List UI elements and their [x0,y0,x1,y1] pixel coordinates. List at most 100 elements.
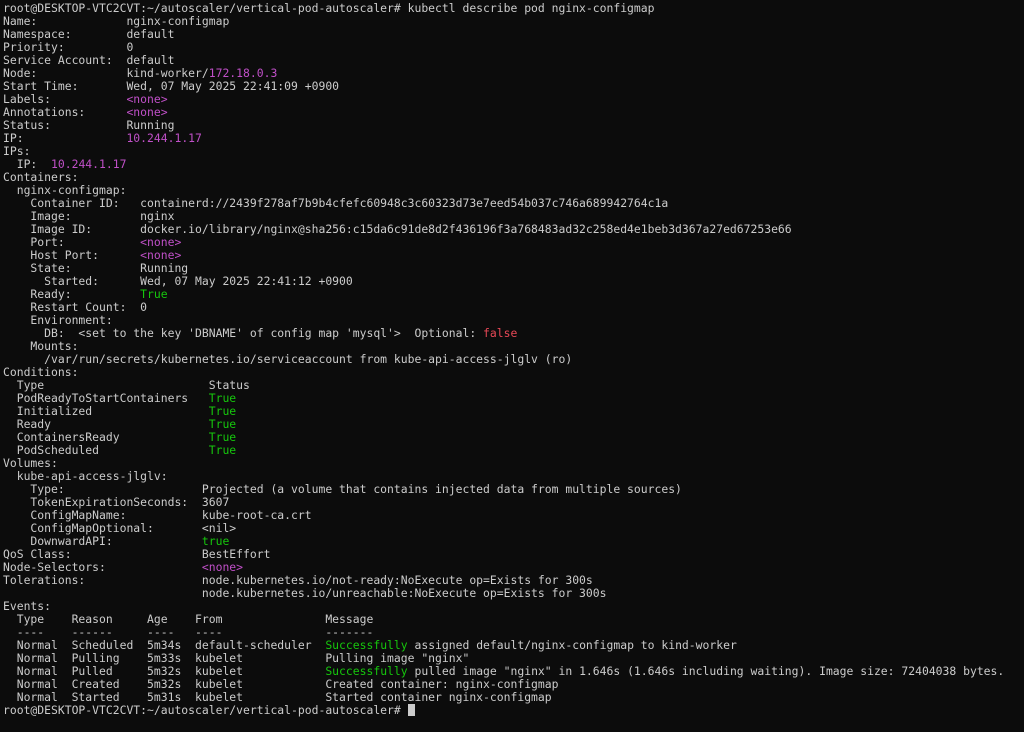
output-line: Normal Pulling 5m33s kubelet Pulling ima… [3,652,1021,665]
line-text-segment: Volumes: [3,457,58,470]
output-line: Type: Projected (a volume that contains … [3,483,1021,496]
line-text-segment: PodReadyToStartContainers [3,392,209,405]
line-text-segment: Type Reason Age From Message [3,613,374,626]
line-text-segment: True [140,288,168,301]
output-line: Container ID: containerd://2439f278af7b9… [3,197,1021,210]
output-line: Priority: 0 [3,41,1021,54]
line-text-segment: <none> [140,249,182,262]
line-text-segment: Node: kind-worker/ [3,67,209,80]
line-text-segment: <none> [126,93,168,106]
line-text-segment: DB: <set to the key 'DBNAME' of config m… [3,327,484,340]
output-line: Start Time: Wed, 07 May 2025 22:41:09 +0… [3,80,1021,93]
line-text-segment: 10.244.1.17 [51,158,127,171]
line-text-segment: <none> [201,561,244,574]
line-text-segment: Ready: [3,288,141,301]
line-text-segment: Port: [3,236,141,249]
line-text-segment: ConfigMapName: kube-root-ca.crt [3,509,312,522]
line-text-segment: DownwardAPI: [3,535,202,548]
output-line: State: Running [3,262,1021,275]
output-line: Initialized True [3,405,1021,418]
output-line: Events: [3,600,1021,613]
output-line: ---- ------ ---- ---- ------- [3,626,1021,639]
output-line: Status: Running [3,119,1021,132]
line-text-segment: /var/run/secrets/kubernetes.io/serviceac… [3,353,573,366]
line-text-segment: Priority: 0 [3,41,134,54]
output-line: Type Reason Age From Message [3,613,1021,626]
output-line: Restart Count: 0 [3,301,1021,314]
line-text-segment: Host Port: [3,249,141,262]
line-text-segment: QoS Class: BestEffort [3,548,271,561]
line-text-segment: True [208,431,237,444]
line-text-segment: Normal Started 5m31s kubelet Started con… [3,691,552,704]
line-text-segment: node.kubernetes.io/unreachable:NoExecute… [3,587,607,600]
output-line: IP: 10.244.1.17 [3,132,1021,145]
output-line: Ready True [3,418,1021,431]
line-text-segment: True [208,444,237,457]
line-text-segment: State: Running [3,262,189,275]
terminal-output[interactable]: root@DESKTOP-VTC2CVT:~/autoscaler/vertic… [3,2,1021,730]
output-line: ContainersReady True [3,431,1021,444]
output-line: Normal Pulled 5m32s kubelet Successfully… [3,665,1021,678]
output-line: Port: <none> [3,236,1021,249]
line-text-segment: True [208,405,237,418]
output-line: Normal Scheduled 5m34s default-scheduler… [3,639,1021,652]
output-line: Normal Created 5m32s kubelet Created con… [3,678,1021,691]
output-line: ConfigMapName: kube-root-ca.crt [3,509,1021,522]
output-line: Started: Wed, 07 May 2025 22:41:12 +0900 [3,275,1021,288]
line-text-segment: nginx-configmap: [3,184,127,197]
output-line: IPs: [3,145,1021,158]
line-text-segment: root@DESKTOP-VTC2CVT:~/autoscaler/vertic… [3,704,408,717]
output-line: Conditions: [3,366,1021,379]
line-text-segment: Events: [3,600,52,613]
output-line: Image ID: docker.io/library/nginx@sha256… [3,223,1021,236]
line-text-segment: TokenExpirationSeconds: 3607 [3,496,230,509]
line-text-segment: ---- ------ ---- ---- ------- [3,626,374,639]
line-text-segment: Type: Projected (a volume that contains … [3,483,682,496]
output-line: Name: nginx-configmap [3,15,1021,28]
line-text-segment: assigned default/nginx-configmap to kind… [407,639,737,652]
line-text-segment: Environment: [3,314,113,327]
output-line: node.kubernetes.io/unreachable:NoExecute… [3,587,1021,600]
output-line: Annotations: <none> [3,106,1021,119]
line-text-segment: root@DESKTOP-VTC2CVT:~/autoscaler/vertic… [3,2,655,15]
line-text-segment: Initialized [3,405,209,418]
line-text-segment: ContainersReady [3,431,209,444]
line-text-segment: 172.18.0.3 [208,67,278,80]
output-line: Namespace: default [3,28,1021,41]
output-line: Type Status [3,379,1021,392]
output-line: QoS Class: BestEffort [3,548,1021,561]
line-text-segment: True [208,418,237,431]
line-text-segment: True [208,392,237,405]
output-line: PodReadyToStartContainers True [3,392,1021,405]
text-cursor [407,704,415,716]
shell-prompt-line: root@DESKTOP-VTC2CVT:~/autoscaler/vertic… [3,704,1021,717]
line-text-segment: Name: nginx-configmap [3,15,230,28]
line-text-segment: Conditions: [3,366,79,379]
line-text-segment: Image ID: docker.io/library/nginx@sha256… [3,223,792,236]
line-text-segment: Normal Pulled 5m32s kubelet [3,665,326,678]
output-line: Labels: <none> [3,93,1021,106]
output-line: kube-api-access-jlglv: [3,470,1021,483]
line-text-segment: Containers: [3,171,79,184]
line-text-segment: kube-api-access-jlglv: [3,470,168,483]
output-line: Image: nginx [3,210,1021,223]
output-line: TokenExpirationSeconds: 3607 [3,496,1021,509]
line-text-segment: Restart Count: 0 [3,301,148,314]
output-line: Normal Started 5m31s kubelet Started con… [3,691,1021,704]
output-line: nginx-configmap: [3,184,1021,197]
line-text-segment: Mounts: [3,340,79,353]
line-text-segment: <none> [126,106,168,119]
line-text-segment: IP: [3,132,127,145]
line-text-segment: true [201,535,230,548]
line-text-segment: ConfigMapOptional: <nil> [3,522,237,535]
line-text-segment: Status: Running [3,119,175,132]
output-line: Containers: [3,171,1021,184]
output-line: Environment: [3,314,1021,327]
line-text-segment: Successfully [325,665,408,678]
line-text-segment: Normal Pulling 5m33s kubelet Pulling ima… [3,652,470,665]
line-text-segment: IP: [3,158,52,171]
output-line: PodScheduled True [3,444,1021,457]
output-line: /var/run/secrets/kubernetes.io/serviceac… [3,353,1021,366]
line-text-segment: pulled image "nginx" in 1.646s (1.646s i… [407,665,1005,678]
line-text-segment: Ready [3,418,209,431]
